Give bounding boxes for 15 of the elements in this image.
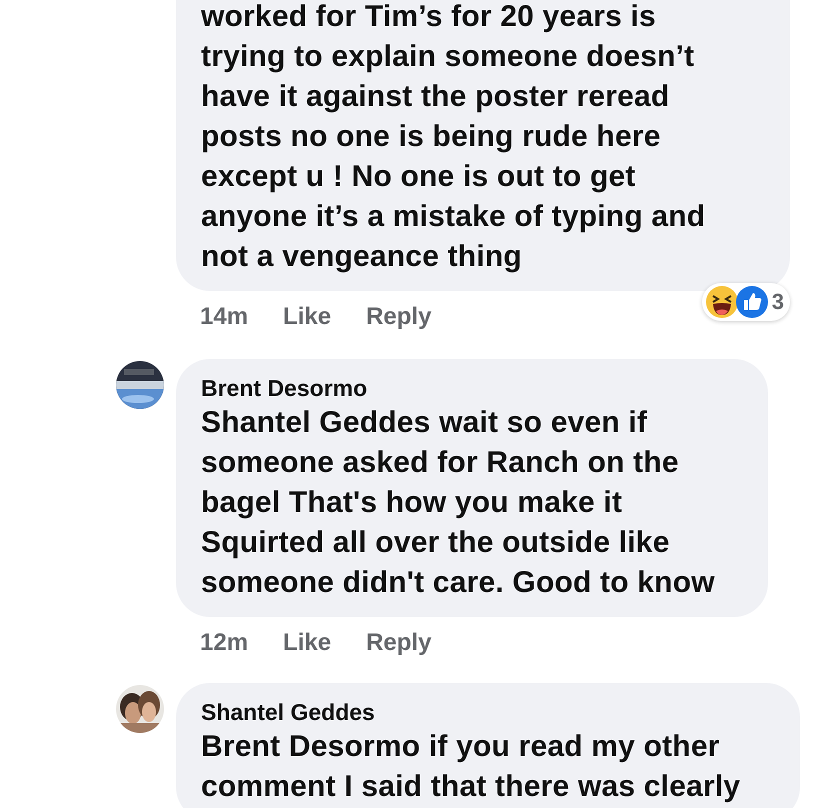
reaction-count: 3 xyxy=(772,289,784,315)
comment-text: Brent Desormo if you read my other comment I said that there was clearly xyxy=(201,729,742,805)
comment-time: 12m xyxy=(200,629,248,657)
reply-link[interactable]: Reply xyxy=(366,629,432,657)
like-link[interactable]: Like xyxy=(283,629,332,657)
comment-text: worked for Tim’s for 20 years is trying to explain someone doesn’t have it against the poster reread posts no one is being rude here except u ! No one is out to get anyone it’s a mistake of typing and not a vengeance thing xyxy=(201,0,706,275)
comment-author[interactable]: Brent Desormo xyxy=(201,373,748,403)
reactions-badge[interactable]: 3 xyxy=(702,283,790,321)
comment-author[interactable]: Shantel Geddes xyxy=(201,697,780,727)
reply-link[interactable]: Reply xyxy=(366,303,432,331)
comment-text: Shantel Geddes wait so even if someone asked for Ranch on the bagel That's how you make it Squirted all over the outside like someone didn't care. Good to know xyxy=(201,405,716,601)
comment-time: 14m xyxy=(200,303,248,331)
thumbs-up-icon xyxy=(736,286,768,318)
like-link[interactable]: Like xyxy=(283,303,332,331)
laughing-face-icon xyxy=(706,286,738,318)
